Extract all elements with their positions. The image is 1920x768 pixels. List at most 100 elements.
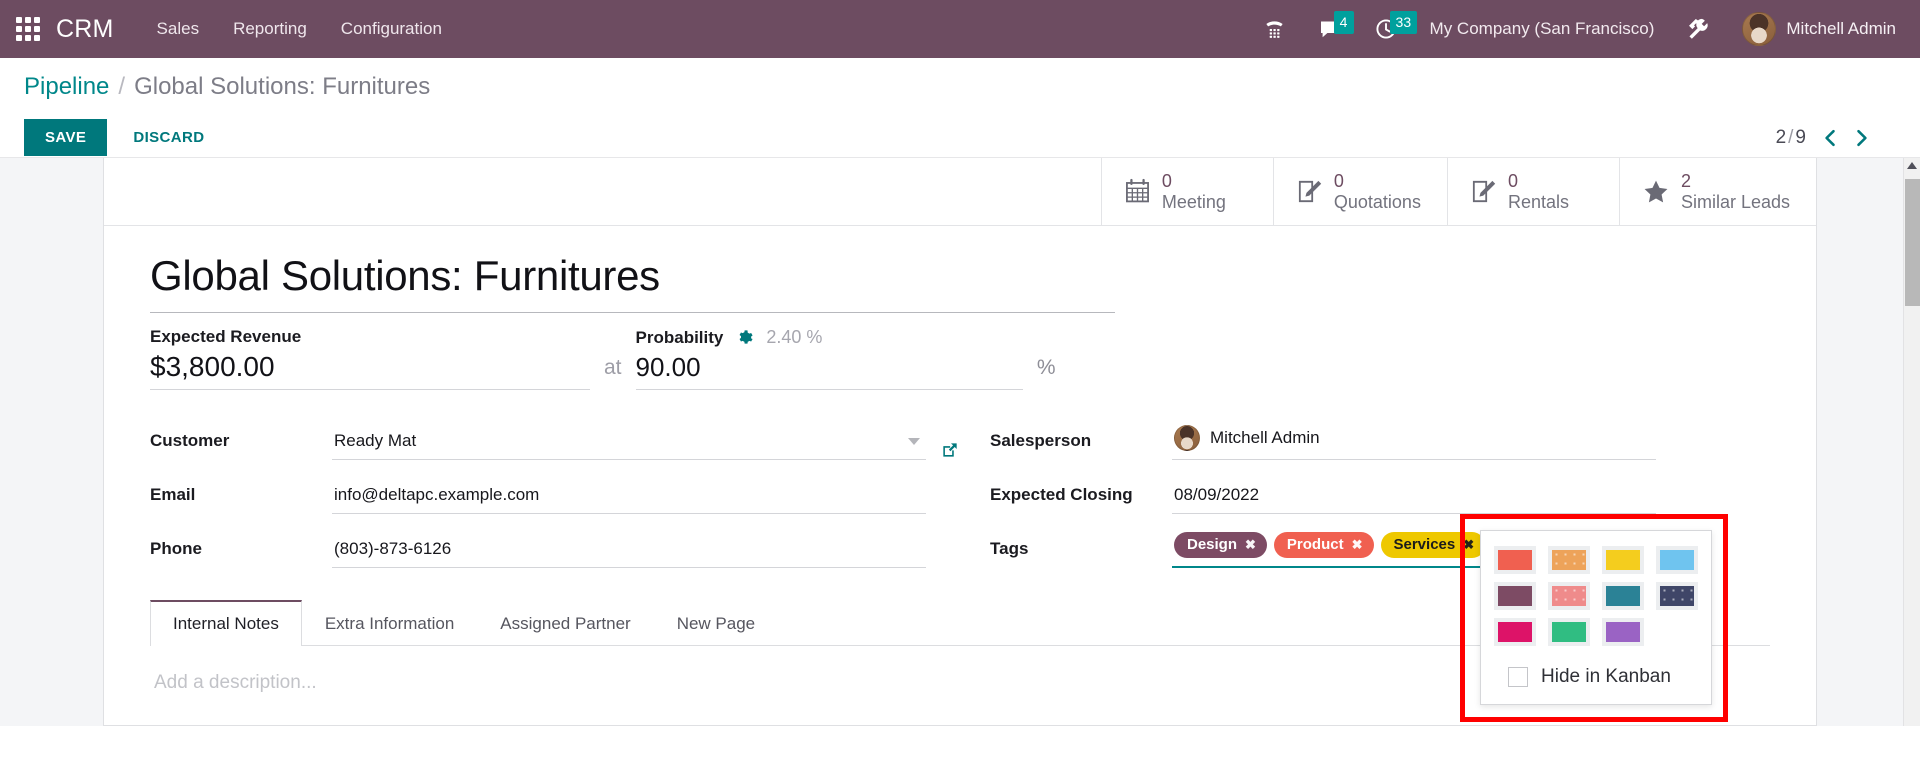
field-expected-closing: Expected Closing 08/09/2022 xyxy=(990,466,1690,514)
customer-input[interactable]: Ready Mat xyxy=(332,427,926,460)
swatch-light-blue[interactable] xyxy=(1656,546,1698,574)
swatch-salmon[interactable] xyxy=(1548,582,1590,610)
tab-internal-notes[interactable]: Internal Notes xyxy=(150,600,302,646)
hide-in-kanban-label[interactable]: Hide in Kanban xyxy=(1541,666,1671,688)
salesperson-value: Mitchell Admin xyxy=(1210,428,1320,447)
sheet-wrapper: 0 Meeting 0 Quotations 0 Rentals 2 Simil… xyxy=(103,158,1817,726)
fields-column-left: Customer Ready Mat Email info@deltapc.ex… xyxy=(150,412,960,574)
menu-sales[interactable]: Sales xyxy=(140,1,217,57)
page-title[interactable]: Global Solutions: Furnitures xyxy=(150,252,1115,313)
stat-button-rentals-text: 0 Rentals xyxy=(1508,171,1569,211)
control-panel-actions: SAVE DISCARD 2/9 xyxy=(24,119,1896,156)
messages-button[interactable]: 4 xyxy=(1302,9,1358,49)
expected-closing-input[interactable]: 08/09/2022 xyxy=(1172,481,1656,514)
breadcrumb-pipeline[interactable]: Pipeline xyxy=(24,72,109,102)
email-label: Email xyxy=(150,485,196,504)
probability-label: Probability xyxy=(635,327,724,347)
dialpad-button[interactable] xyxy=(1247,10,1302,49)
pager: 2/9 xyxy=(1776,127,1896,149)
vertical-scrollbar[interactable] xyxy=(1903,158,1920,726)
stat-label: Rentals xyxy=(1507,191,1569,212)
chevron-right-icon xyxy=(1857,129,1867,146)
activities-button[interactable]: 33 xyxy=(1358,9,1418,49)
stat-button-similar-leads-text: 2 Similar Leads xyxy=(1681,171,1790,211)
pager-previous-button[interactable] xyxy=(1822,128,1838,148)
tag-remove-icon[interactable]: ✖ xyxy=(1352,537,1363,553)
expected-closing-label: Expected Closing xyxy=(990,485,1133,504)
tag-remove-icon[interactable]: ✖ xyxy=(1245,537,1256,553)
swatch-plum[interactable] xyxy=(1494,582,1536,610)
stat-button-meeting-text: 0 Meeting xyxy=(1162,171,1226,211)
swatch-yellow[interactable] xyxy=(1602,546,1644,574)
stat-value: 0 xyxy=(1507,171,1518,192)
app-brand-crm[interactable]: CRM xyxy=(56,15,114,44)
tag-product[interactable]: Product ✖ xyxy=(1273,532,1374,558)
stat-label: Meeting xyxy=(1161,191,1226,212)
tag-services[interactable]: Services ✖ xyxy=(1380,532,1486,558)
gear-icon[interactable] xyxy=(736,329,753,346)
field-phone: Phone (803)-873-6126 xyxy=(150,520,960,568)
top-navbar: CRM Sales Reporting Configuration 4 33 M… xyxy=(0,0,1920,58)
tag-label: Product xyxy=(1286,536,1344,553)
phone-input[interactable]: (803)-873-6126 xyxy=(332,535,926,568)
save-button[interactable]: SAVE xyxy=(24,119,108,156)
scroll-up-arrow-icon[interactable] xyxy=(1907,162,1917,169)
menu-reporting[interactable]: Reporting xyxy=(216,1,324,57)
stat-button-rentals[interactable]: 0 Rentals xyxy=(1446,158,1619,225)
star-icon xyxy=(1642,178,1670,206)
salesperson-input[interactable]: Mitchell Admin xyxy=(1172,421,1656,460)
swatch-orange[interactable] xyxy=(1548,546,1590,574)
swatch-purple[interactable] xyxy=(1602,618,1644,646)
salesperson-avatar xyxy=(1174,425,1200,451)
activities-badge: 33 xyxy=(1389,11,1418,34)
swatch-teal[interactable] xyxy=(1602,582,1644,610)
apps-menu-button[interactable] xyxy=(6,0,50,58)
chevron-down-icon[interactable] xyxy=(908,437,920,445)
tab-extra-information[interactable]: Extra Information xyxy=(302,600,477,646)
control-panel: Pipeline / Global Solutions: Furnitures … xyxy=(0,58,1920,158)
tag-label: Services xyxy=(1393,536,1456,553)
breadcrumb-current: Global Solutions: Furnitures xyxy=(134,73,431,100)
stat-button-similar-leads[interactable]: 2 Similar Leads xyxy=(1618,158,1816,225)
expected-revenue-input[interactable]: $3,800.00 xyxy=(150,351,590,390)
main-menu: Sales Reporting Configuration xyxy=(140,1,459,57)
tag-label: Design xyxy=(1187,536,1238,553)
email-input[interactable]: info@deltapc.example.com xyxy=(332,481,926,514)
expected-revenue-group: Expected Revenue $3,800.00 xyxy=(150,327,590,390)
phone-label: Phone xyxy=(150,539,202,558)
tab-assigned-partner[interactable]: Assigned Partner xyxy=(477,600,653,646)
percent-sign-label: % xyxy=(1036,356,1056,379)
swatch-green[interactable] xyxy=(1548,618,1590,646)
probability-input[interactable]: 90.00 xyxy=(635,352,1023,390)
pager-current: 2 xyxy=(1775,126,1787,148)
swatch-red[interactable] xyxy=(1494,546,1536,574)
content-area: 0 Meeting 0 Quotations 0 Rentals 2 Simil… xyxy=(0,158,1920,726)
hide-in-kanban-checkbox[interactable] xyxy=(1508,667,1528,687)
stat-button-meeting[interactable]: 0 Meeting xyxy=(1100,158,1273,225)
probability-group: Probability 2.40 % 90.00 % xyxy=(635,327,1056,390)
developer-tools-button[interactable] xyxy=(1670,8,1728,50)
pager-next-button[interactable] xyxy=(1854,128,1870,148)
hide-in-kanban-row[interactable]: Hide in Kanban xyxy=(1495,666,1697,688)
menu-configuration[interactable]: Configuration xyxy=(324,1,459,57)
user-menu-button[interactable]: Mitchell Admin xyxy=(1728,6,1902,52)
tag-color-picker-dropdown[interactable]: Hide in Kanban xyxy=(1480,530,1712,705)
stat-value: 2 xyxy=(1680,171,1691,192)
color-swatch-grid xyxy=(1494,546,1698,646)
tab-new-page[interactable]: New Page xyxy=(654,600,778,646)
stat-button-quotations[interactable]: 0 Quotations xyxy=(1272,158,1447,225)
scroll-thumb[interactable] xyxy=(1905,179,1920,306)
tag-design[interactable]: Design ✖ xyxy=(1174,532,1267,558)
at-separator-label: at xyxy=(604,356,622,379)
swatch-magenta[interactable] xyxy=(1494,618,1536,646)
tag-remove-icon[interactable]: ✖ xyxy=(1463,537,1474,553)
quotation-pencil-icon xyxy=(1296,178,1323,205)
field-customer: Customer Ready Mat xyxy=(150,412,960,460)
discard-button[interactable]: DISCARD xyxy=(117,119,220,156)
customer-open-external-button[interactable] xyxy=(940,440,960,460)
swatch-navy[interactable] xyxy=(1656,582,1698,610)
pager-counter: 2/9 xyxy=(1776,127,1806,149)
company-switcher[interactable]: My Company (San Francisco) xyxy=(1414,11,1671,47)
user-name-label: Mitchell Admin xyxy=(1786,19,1896,38)
tools-wrench-icon xyxy=(1689,18,1709,39)
